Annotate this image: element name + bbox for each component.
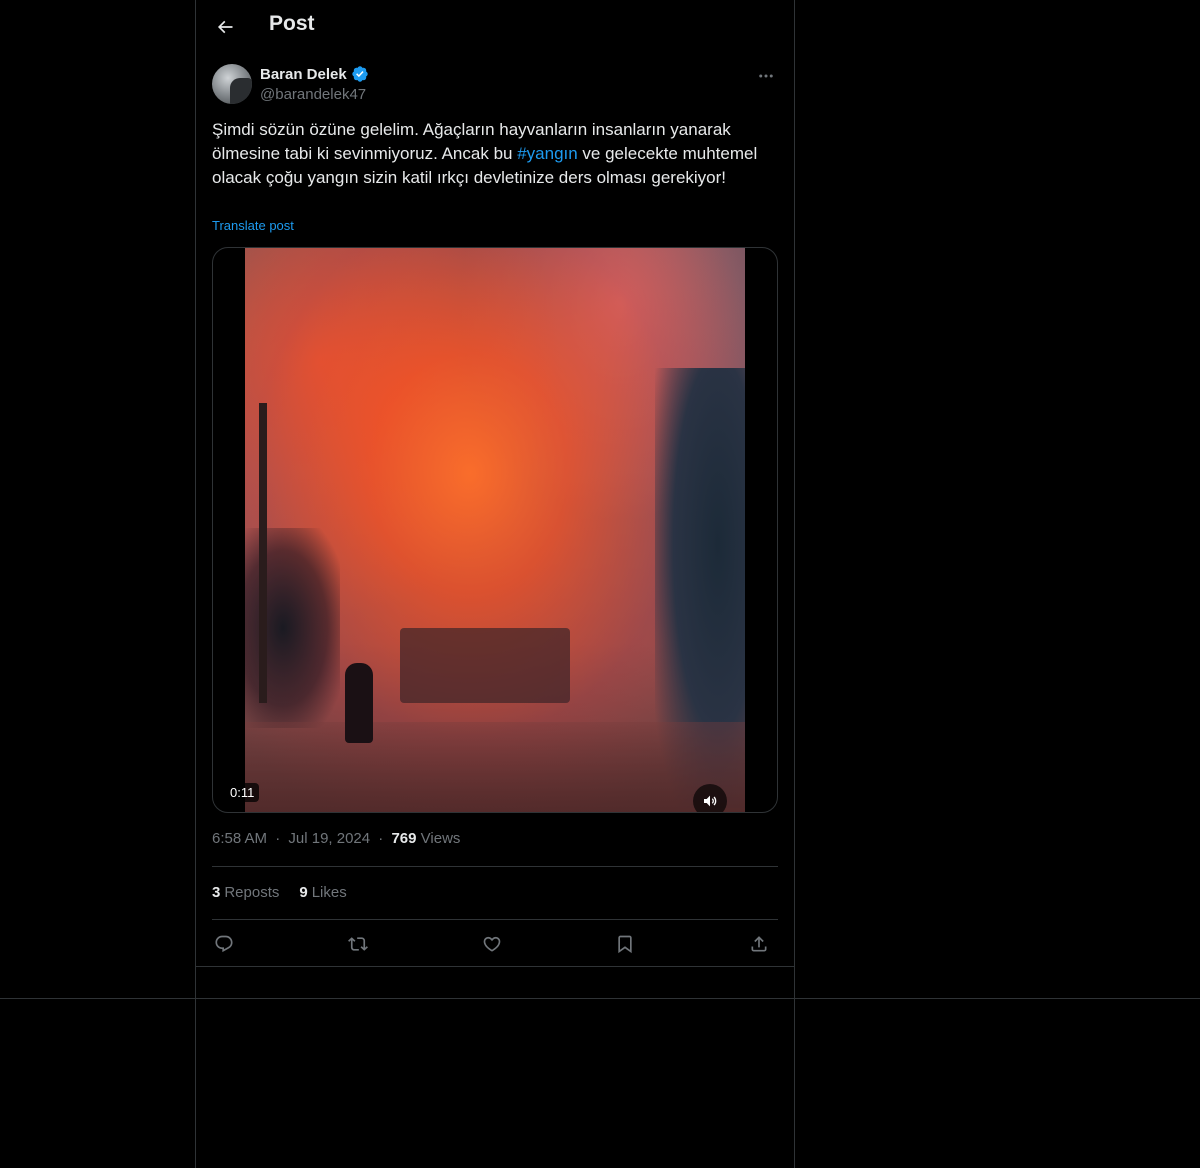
post-date[interactable]: Jul 19, 2024 [288,830,370,847]
avatar[interactable] [212,64,252,104]
share-button[interactable] [743,928,775,960]
reposts-label: Reposts [224,884,280,901]
divider [212,866,778,867]
mute-button[interactable] [693,784,727,812]
divider [196,966,794,967]
bookmark-icon [618,935,632,954]
heart-icon [483,936,501,952]
action-bar [208,928,782,960]
likes-stat[interactable]: 9 Likes [299,884,346,901]
page-title: Post [269,12,315,35]
verified-badge-icon [352,66,368,82]
more-options-button[interactable] [754,64,778,88]
share-icon [751,936,767,952]
author-name-link[interactable]: Baran Delek [260,65,369,83]
page-header: Post [196,0,794,53]
reposts-stat[interactable]: 3 Reposts [212,884,279,901]
translate-post-link[interactable]: Translate post [212,218,294,233]
video-duration: 0:11 [225,783,260,802]
main-column: Post Baran Delek @barandelek47 Şimdi söz… [195,0,795,1168]
divider [212,919,778,920]
meta-separator: · [378,830,384,847]
views-label: Views [420,830,461,847]
author-name: Baran Delek [260,65,347,83]
video-frame[interactable] [245,248,745,812]
likes-label: Likes [311,884,347,901]
repost-button[interactable] [342,928,374,960]
hashtag-link[interactable]: #yangın [517,144,578,163]
post-stats: 3 Reposts 9 Likes [212,884,347,901]
author-row: Baran Delek @barandelek47 [212,64,778,108]
reply-button[interactable] [208,928,240,960]
post-time[interactable]: 6:58 AM [212,830,267,847]
likes-count: 9 [299,884,308,901]
reply-icon [215,935,233,953]
meta-separator: · [275,830,281,847]
video-player[interactable]: 0:11 [212,247,778,813]
bookmark-button[interactable] [609,928,641,960]
views-count: 769 [391,830,417,847]
post-text: Şimdi sözün özüne gelelim. Ağaçların hay… [212,118,772,190]
like-button[interactable] [476,928,508,960]
post-meta: 6:58 AM · Jul 19, 2024 · 769 Views [212,830,460,847]
arrow-left-icon [217,20,233,34]
more-horizontal-icon [759,74,773,78]
author-handle[interactable]: @barandelek47 [260,86,366,103]
back-button[interactable] [208,10,242,44]
reposts-count: 3 [212,884,221,901]
speaker-icon [704,795,717,807]
repost-icon [348,937,368,951]
